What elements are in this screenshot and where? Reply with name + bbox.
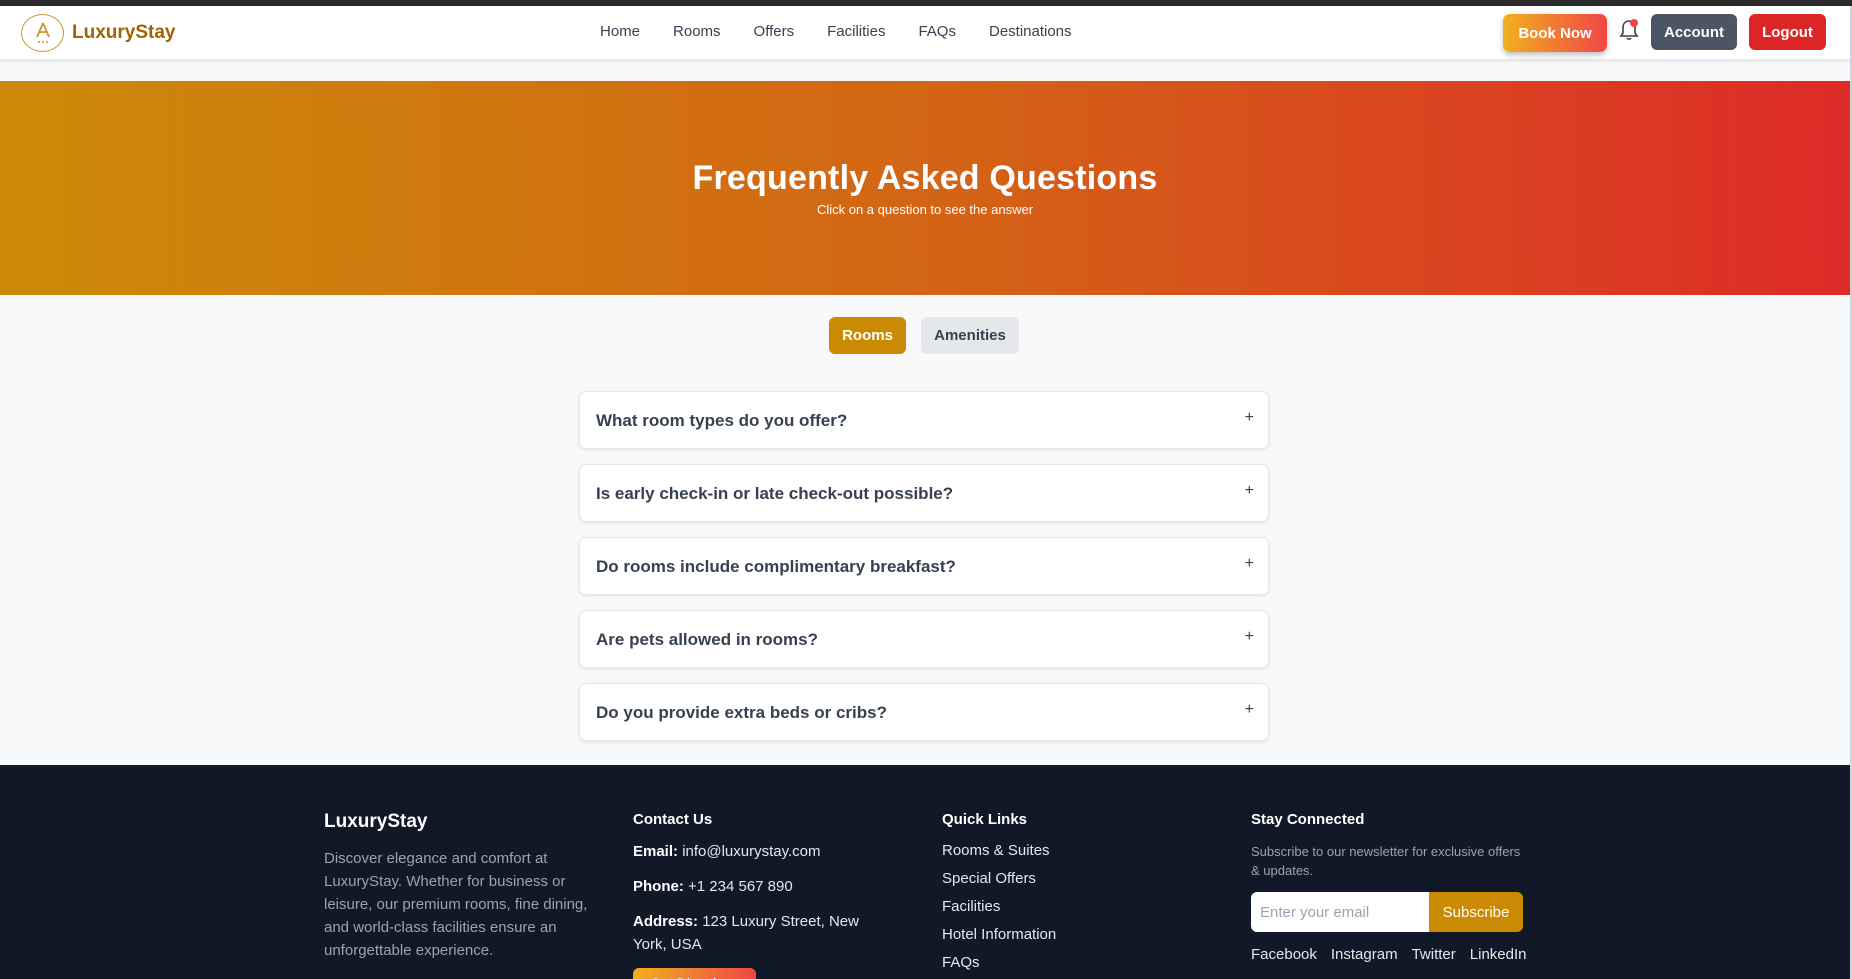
faq-item[interactable]: Do you provide extra beds or cribs? + bbox=[579, 683, 1269, 741]
page-title: Frequently Asked Questions bbox=[692, 159, 1158, 197]
faq-item[interactable]: Do rooms include complimentary breakfast… bbox=[579, 537, 1269, 595]
footer-about: LuxuryStay Discover elegance and comfort… bbox=[324, 811, 599, 962]
social-link-instagram[interactable]: Instagram bbox=[1331, 946, 1398, 963]
nav-link-faqs[interactable]: FAQs bbox=[918, 23, 956, 40]
tab-amenities[interactable]: Amenities bbox=[921, 317, 1019, 354]
footer-quick-links-heading: Quick Links bbox=[942, 811, 1028, 828]
expand-plus-icon[interactable]: + bbox=[1245, 701, 1254, 719]
account-button[interactable]: Account bbox=[1651, 14, 1737, 50]
footer-brand-name: LuxuryStay bbox=[324, 811, 428, 832]
tab-rooms[interactable]: Rooms bbox=[829, 317, 906, 354]
nav-link-offers[interactable]: Offers bbox=[754, 23, 795, 40]
footer-newsletter-text: Subscribe to our newsletter for exclusiv… bbox=[1251, 844, 1521, 878]
faq-question: Do you provide extra beds or cribs? bbox=[596, 703, 887, 722]
expand-plus-icon[interactable]: + bbox=[1245, 628, 1254, 646]
nav-link-destinations[interactable]: Destinations bbox=[989, 23, 1072, 40]
book-now-button[interactable]: Book Now bbox=[1503, 14, 1607, 52]
brand-name: LuxuryStay bbox=[72, 22, 176, 43]
faq-item[interactable]: What room types do you offer? + bbox=[579, 391, 1269, 449]
nav-link-facilities[interactable]: Facilities bbox=[827, 23, 885, 40]
get-directions-button[interactable]: Get Directions bbox=[633, 968, 756, 979]
faq-item[interactable]: Is early check-in or late check-out poss… bbox=[579, 464, 1269, 522]
expand-plus-icon[interactable]: + bbox=[1245, 409, 1254, 427]
brand-logo-link[interactable]: LuxuryStay bbox=[21, 14, 175, 52]
footer-phone: Phone: +1 234 567 890 bbox=[633, 875, 893, 898]
faq-question: Do rooms include complimentary breakfast… bbox=[596, 557, 956, 576]
address-label: Address: bbox=[633, 913, 699, 930]
social-link-facebook[interactable]: Facebook bbox=[1251, 946, 1317, 963]
logout-button[interactable]: Logout bbox=[1749, 14, 1826, 50]
newsletter-form: Subscribe bbox=[1251, 892, 1540, 932]
nav-link-rooms[interactable]: Rooms bbox=[673, 23, 721, 40]
footer-address: Address: 123 Luxury Street, New York, US… bbox=[633, 910, 893, 956]
page-subtitle: Click on a question to see the answer bbox=[816, 202, 1034, 217]
footer-newsletter: Stay Connected Subscribe to our newslett… bbox=[1251, 811, 1540, 963]
top-navbar: LuxuryStay Home Rooms Offers Facilities … bbox=[0, 6, 1850, 59]
footer-link-faqs[interactable]: FAQs bbox=[942, 954, 1056, 971]
expand-plus-icon[interactable]: + bbox=[1245, 555, 1254, 573]
footer-link-special-offers[interactable]: Special Offers bbox=[942, 870, 1056, 887]
main-nav: Home Rooms Offers Facilities FAQs Destin… bbox=[600, 23, 1105, 40]
social-link-twitter[interactable]: Twitter bbox=[1412, 946, 1456, 963]
faq-page: LuxuryStay Home Rooms Offers Facilities … bbox=[0, 6, 1850, 979]
faq-question: What room types do you offer? bbox=[596, 411, 848, 430]
email-value[interactable]: info@luxurystay.com bbox=[682, 843, 820, 860]
footer-link-hotel-information[interactable]: Hotel Information bbox=[942, 926, 1056, 943]
nav-link-home[interactable]: Home bbox=[600, 23, 640, 40]
faq-hero-banner: Frequently Asked Questions Click on a qu… bbox=[0, 81, 1850, 295]
browser-viewport: LuxuryStay Home Rooms Offers Facilities … bbox=[0, 6, 1852, 979]
hotel-logo-icon bbox=[21, 14, 64, 52]
footer-link-rooms-suites[interactable]: Rooms & Suites bbox=[942, 842, 1056, 859]
subscribe-button[interactable]: Subscribe bbox=[1429, 892, 1523, 932]
phone-value[interactable]: +1 234 567 890 bbox=[688, 878, 793, 895]
phone-label: Phone: bbox=[633, 878, 684, 895]
faq-item[interactable]: Are pets allowed in rooms? + bbox=[579, 610, 1269, 668]
footer-link-facilities[interactable]: Facilities bbox=[942, 898, 1056, 915]
notification-dot bbox=[1630, 19, 1638, 27]
expand-plus-icon[interactable]: + bbox=[1245, 482, 1254, 500]
footer-newsletter-heading: Stay Connected bbox=[1251, 811, 1365, 828]
footer-contact-heading: Contact Us bbox=[633, 811, 713, 828]
footer-description: Discover elegance and comfort at LuxuryS… bbox=[324, 850, 588, 959]
footer-email: Email: info@luxurystay.com bbox=[633, 840, 893, 863]
footer-quick-links: Quick Links Rooms & Suites Special Offer… bbox=[942, 811, 1056, 971]
social-links: Facebook Instagram Twitter LinkedIn bbox=[1251, 946, 1540, 963]
faq-accordion: What room types do you offer? + Is early… bbox=[579, 391, 1269, 756]
footer-contact: Contact Us Email: info@luxurystay.com Ph… bbox=[633, 811, 893, 979]
site-footer: LuxuryStay Discover elegance and comfort… bbox=[0, 765, 1850, 979]
newsletter-email-input[interactable] bbox=[1251, 892, 1429, 932]
social-link-linkedin[interactable]: LinkedIn bbox=[1470, 946, 1527, 963]
faq-question: Is early check-in or late check-out poss… bbox=[596, 484, 954, 503]
email-label: Email: bbox=[633, 843, 679, 860]
faq-question: Are pets allowed in rooms? bbox=[596, 630, 818, 649]
faq-category-tabs: Rooms Amenities bbox=[829, 317, 1034, 354]
